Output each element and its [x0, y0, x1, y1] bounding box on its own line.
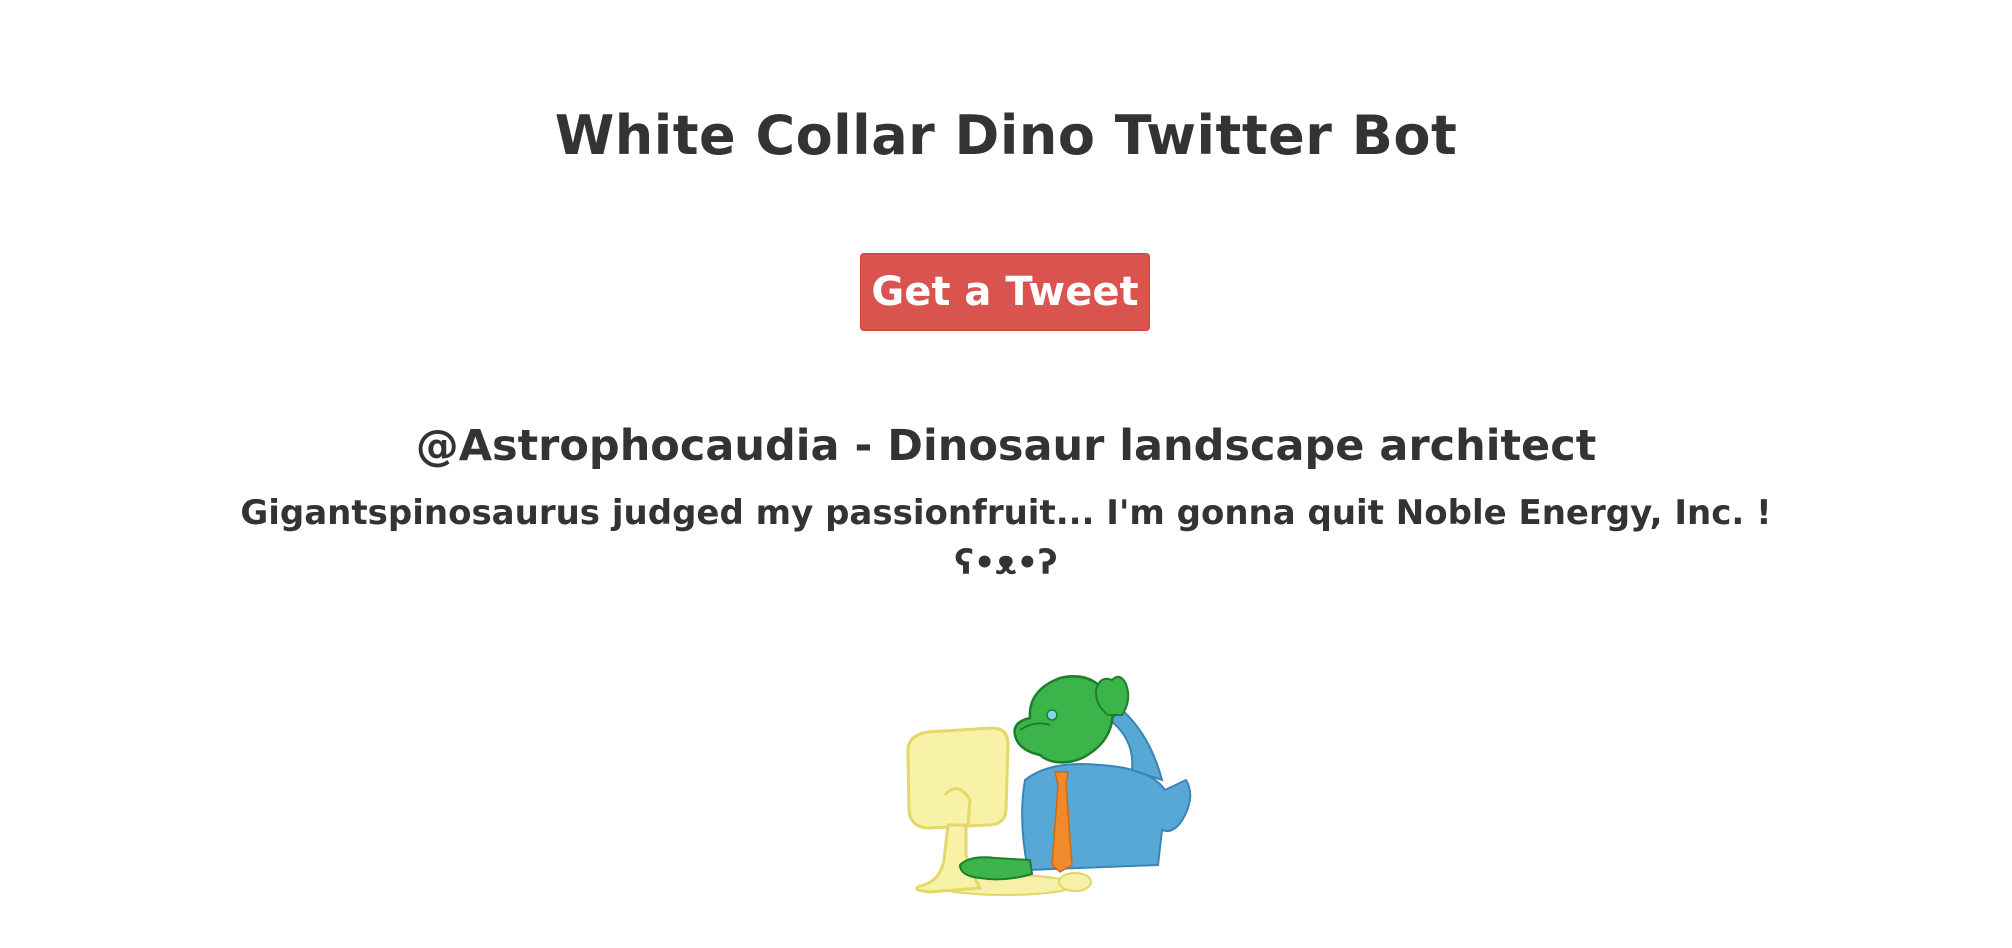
get-tweet-button[interactable]: Get a Tweet — [860, 253, 1150, 331]
tweet-text: Gigantspinosaurus judged my passionfruit… — [240, 493, 1772, 583]
dinosaur-office-worker-illustration — [906, 675, 1192, 896]
monitor-screen — [906, 726, 1010, 830]
dino-eye — [1046, 709, 1058, 721]
puddle-drop — [1058, 872, 1092, 892]
hand-on-desk — [958, 856, 1034, 881]
shirt — [1021, 763, 1192, 872]
page: White Collar Dino Twitter Bot Get a Twee… — [0, 0, 2012, 948]
page-title: White Collar Dino Twitter Bot — [554, 104, 1458, 167]
tweet-author: @Astrophocaudia - Dinosaur landscape arc… — [415, 421, 1597, 471]
hand-on-head — [1094, 675, 1130, 716]
